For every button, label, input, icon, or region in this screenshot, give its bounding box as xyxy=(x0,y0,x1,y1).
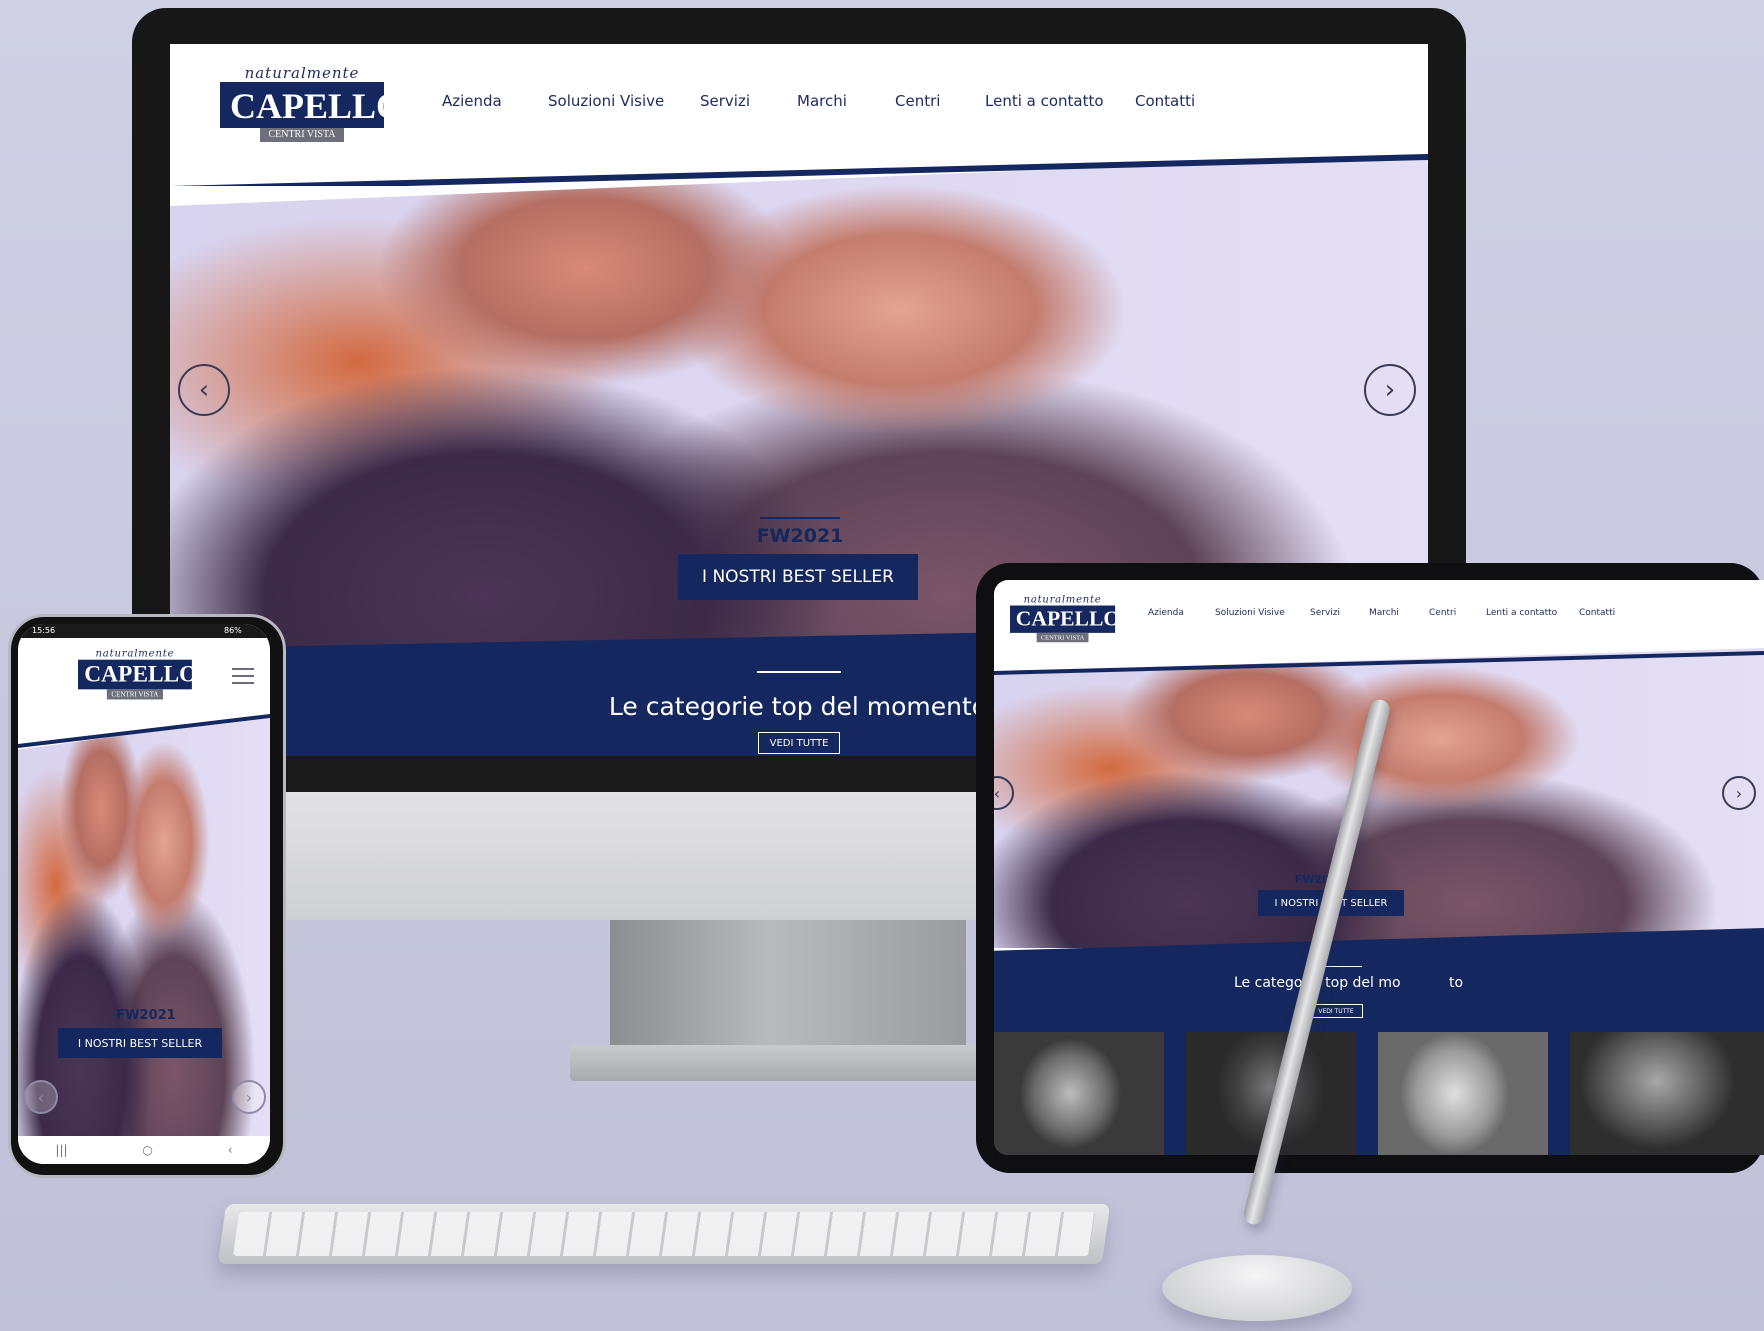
tablet-nav-servizi[interactable]: Servizi xyxy=(1310,608,1340,618)
phone-status-bar: 15:56 86% xyxy=(18,624,270,638)
brand-name: CAPELLO xyxy=(220,82,404,128)
phone-brand-name: CAPELLO xyxy=(78,659,197,690)
tablet-header-divider xyxy=(994,651,1764,675)
phone-battery: 86% xyxy=(224,626,242,635)
tablet-screen: naturalmente CAPELLO CENTRI VISTA Aziend… xyxy=(994,580,1764,1155)
nav-contatti[interactable]: Contatti xyxy=(1135,92,1195,110)
categories-view-all-button[interactable]: VEDI TUTTE xyxy=(758,732,840,754)
header-divider xyxy=(170,154,1428,186)
chevron-right-icon: › xyxy=(1384,375,1396,405)
tablet-brand-name: CAPELLO xyxy=(1010,605,1120,633)
keyboard xyxy=(217,1204,1111,1264)
phone-season-label: FW2021 xyxy=(116,1008,176,1023)
mouse xyxy=(1162,1255,1352,1321)
tablet-categories-title: Le categorie top del mo xyxy=(1234,975,1401,991)
tablet-hero-next-button[interactable]: › xyxy=(1722,776,1756,810)
phone-nav-bar: ||| ○ ‹ xyxy=(18,1136,270,1164)
category-tile[interactable] xyxy=(994,1032,1164,1155)
tablet-nav-contatti[interactable]: Contatti xyxy=(1579,608,1615,618)
phone-brand-script: naturalmente xyxy=(95,648,175,660)
tablet-nav-azienda[interactable]: Azienda xyxy=(1148,608,1184,618)
back-icon[interactable]: ‹ xyxy=(228,1143,233,1157)
phone-best-seller-button[interactable]: I NOSTRI BEST SELLER xyxy=(58,1028,222,1058)
category-tile[interactable] xyxy=(1378,1032,1548,1155)
hero-prev-button[interactable]: ‹ xyxy=(178,364,230,416)
categories-rule xyxy=(757,671,841,673)
season-rule xyxy=(760,517,840,519)
tablet-nav-soluzioni-visive[interactable]: Soluzioni Visive xyxy=(1215,608,1285,618)
tablet-categories-title-end: to xyxy=(1449,975,1464,991)
nav-servizi[interactable]: Servizi xyxy=(700,92,750,110)
chevron-left-icon: ‹ xyxy=(198,375,210,405)
nav-lenti-a-contatto[interactable]: Lenti a contatto xyxy=(985,92,1104,110)
phone-brand-logo[interactable]: naturalmente CAPELLO CENTRI VISTA xyxy=(78,648,197,700)
hero-next-button[interactable]: › xyxy=(1364,364,1416,416)
phone-header-divider xyxy=(18,714,270,748)
category-tile[interactable] xyxy=(1570,1032,1764,1155)
phone-screen: 15:56 86% naturalmente CAPELLO CENTRI VI… xyxy=(18,624,270,1164)
phone-brand-sub: CENTRI VISTA xyxy=(106,689,164,700)
tablet-nav-lenti-a-contatto[interactable]: Lenti a contatto xyxy=(1486,608,1557,618)
best-seller-button[interactable]: I NOSTRI BEST SELLER xyxy=(678,554,918,600)
hamburger-menu-icon[interactable] xyxy=(232,668,254,684)
monitor-base xyxy=(570,1045,1000,1081)
chevron-right-icon: › xyxy=(245,1087,253,1107)
nav-marchi[interactable]: Marchi xyxy=(797,92,847,110)
tablet-nav-centri[interactable]: Centri xyxy=(1429,608,1456,618)
phone-hero-prev-button[interactable]: ‹ xyxy=(24,1080,58,1114)
phone-hero-next-button[interactable]: › xyxy=(232,1080,266,1114)
keyboard-keys xyxy=(232,1212,1096,1256)
phone-hero-image xyxy=(18,716,270,1136)
nav-centri[interactable]: Centri xyxy=(895,92,940,110)
phone-time: 15:56 xyxy=(32,626,56,635)
tablet-categories-view-all-button[interactable]: VEDI TUTTE xyxy=(1309,1004,1363,1018)
chevron-left-icon: ‹ xyxy=(37,1087,45,1107)
tablet-season-label: FW2021 xyxy=(1294,873,1346,886)
season-label: FW2021 xyxy=(756,525,844,547)
tablet-nav-marchi[interactable]: Marchi xyxy=(1369,608,1399,618)
categories-title: Le categorie top del momento xyxy=(608,692,988,721)
nav-azienda[interactable]: Azienda xyxy=(442,92,502,110)
recents-icon[interactable]: ||| xyxy=(55,1143,67,1157)
brand-script: naturalmente xyxy=(244,64,360,82)
nav-soluzioni-visive[interactable]: Soluzioni Visive xyxy=(548,92,664,110)
chevron-right-icon: › xyxy=(1735,783,1743,803)
home-icon[interactable]: ○ xyxy=(142,1143,152,1157)
chevron-left-icon: ‹ xyxy=(994,783,1001,803)
tablet-brand-script: naturalmente xyxy=(1023,594,1102,606)
